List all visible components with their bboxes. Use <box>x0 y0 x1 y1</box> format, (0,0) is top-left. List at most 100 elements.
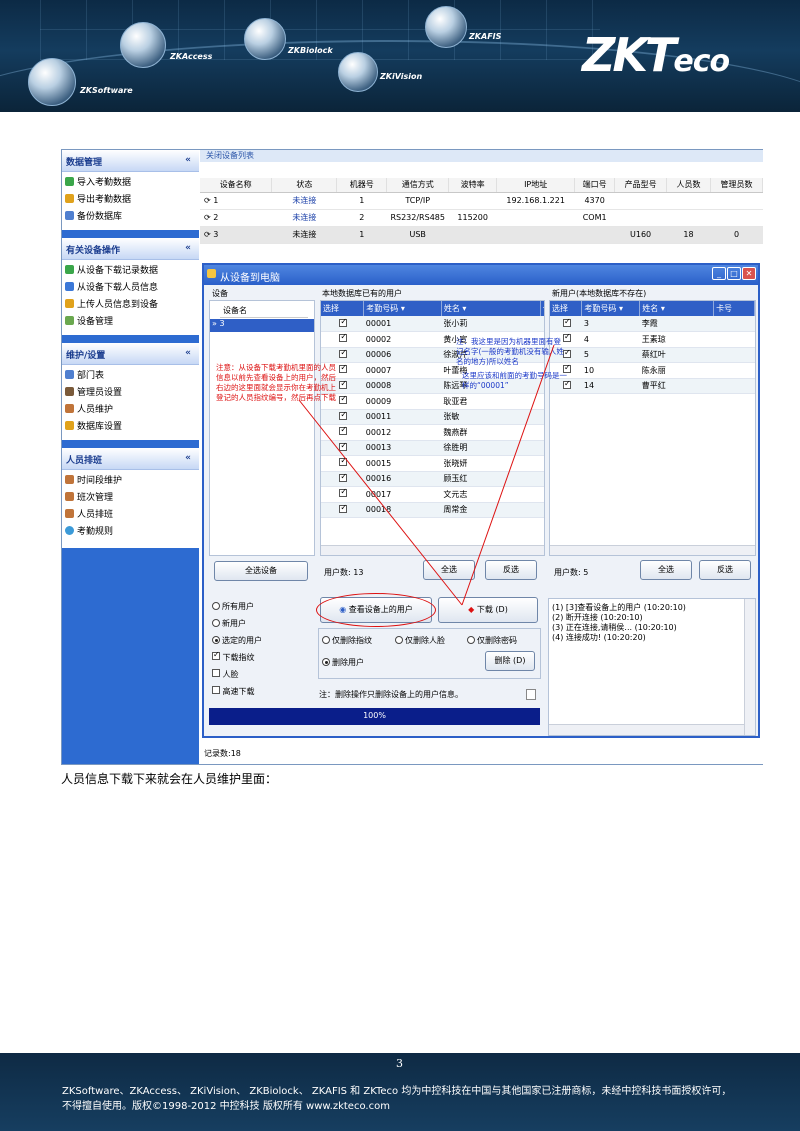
device-name: 1 <box>213 196 219 205</box>
sidebar-item-download-users[interactable]: 从设备下载人员信息 <box>62 277 199 294</box>
sidebar-group-header[interactable]: 数据管理 « <box>62 150 199 172</box>
sidebar-item-import[interactable]: 导入考勤数据 <box>62 172 199 189</box>
rules-icon <box>65 526 74 535</box>
sidebar-item-label: 部门表 <box>77 371 105 381</box>
sidebar-item-upload-users[interactable]: 上传人员信息到设备 <box>62 294 199 311</box>
cell: TCP/IP <box>386 192 449 210</box>
group-title: 有关设备操作 <box>66 246 121 256</box>
col-header[interactable]: 波特率 <box>448 178 498 193</box>
product-label: ZKiVision <box>380 72 423 81</box>
sync-icon: ⟳ <box>204 230 214 239</box>
group-title: 人员排班 <box>66 456 103 466</box>
device-name-cell: ⟳ 2 <box>200 209 272 227</box>
cell <box>710 209 763 227</box>
sidebar-item-admin[interactable]: 管理员设置 <box>62 382 199 399</box>
sidebar: 数据管理 « 导入考勤数据 导出考勤数据 备份数据库 有关设备操作 « 从设备下载记… <box>62 150 199 764</box>
sidebar-item-db-settings[interactable]: 数据库设置 <box>62 416 199 433</box>
clock-icon <box>28 58 76 106</box>
cell: RS232/RS485 <box>386 209 449 227</box>
sidebar-item-label: 管理员设置 <box>77 388 123 398</box>
sidebar-item-device-manage[interactable]: 设备管理 <box>62 311 199 328</box>
cell <box>448 226 497 244</box>
product-label: ZKSoftware <box>80 86 133 95</box>
sidebar-item-label: 上传人员信息到设备 <box>77 300 159 310</box>
sidebar-group-schedule: 人员排班 « 时间段维护 班次管理 人员排班 考勤规则 <box>62 448 199 548</box>
device-name-cell: ⟳ 3 <box>200 226 272 244</box>
staff-icon <box>65 404 74 413</box>
export-icon <box>65 194 74 203</box>
col-header[interactable]: 管理员数 <box>710 178 764 193</box>
sidebar-group-device: 有关设备操作 « 从设备下载记录数据 从设备下载人员信息 上传人员信息到设备 设备… <box>62 238 199 335</box>
sidebar-item-staff[interactable]: 人员维护 <box>62 399 199 416</box>
roster-icon <box>65 509 74 518</box>
page-footer: 3 ZKSoftware、ZKAccess、 ZKiVision、 ZKBiol… <box>0 1053 800 1131</box>
sidebar-item-label: 导入考勤数据 <box>77 178 132 188</box>
import-icon <box>65 177 74 186</box>
download-dialog: 从设备到电脑 _ □ ✕ 设备 设备名 » 3 全选设备 本地数据库已有的用户 … <box>202 263 760 738</box>
collapse-icon[interactable]: « <box>185 243 191 253</box>
sidebar-item-label: 导出考勤数据 <box>77 195 132 205</box>
sidebar-item-timeslot[interactable]: 时间段维护 <box>62 470 199 487</box>
col-header[interactable]: 端口号 <box>574 178 616 193</box>
device-table-header: 设备名称 状态 机器号 通信方式 波特率 IP地址 端口号 产品型号 人员数 管… <box>200 178 764 193</box>
access-icon <box>120 22 166 68</box>
col-header[interactable]: 设备名称 <box>200 178 273 193</box>
record-count: 记录数:18 <box>204 749 241 758</box>
sidebar-item-backup[interactable]: 备份数据库 <box>62 206 199 223</box>
status-cell: 未连接 <box>271 226 337 244</box>
close-device-list-link[interactable]: 关闭设备列表 <box>206 151 254 160</box>
database-icon <box>65 211 74 220</box>
status-cell: 未连接 <box>271 192 337 210</box>
cell <box>666 192 711 210</box>
footer-copyright: 不得擅自使用。版权©1998-2012 中控科技 版权所有 www.zkteco… <box>62 1101 390 1112</box>
device-name-cell: ⟳ 1 <box>200 192 272 210</box>
product-label: ZKBiolock <box>288 46 333 55</box>
cell: USB <box>386 226 449 244</box>
sidebar-item-roster[interactable]: 人员排班 <box>62 504 199 521</box>
product-label: ZKAFIS <box>469 32 502 41</box>
device-row[interactable]: ⟳ 1 未连接 1 TCP/IP 192.168.1.221 4370 <box>200 192 763 210</box>
sidebar-item-label: 班次管理 <box>77 493 114 503</box>
col-header[interactable]: 状态 <box>271 178 338 193</box>
logo-eco: eco <box>673 44 730 79</box>
cell: 18 <box>666 226 711 244</box>
toolbar: 关闭设备列表 <box>200 150 763 162</box>
sidebar-item-rules[interactable]: 考勤规则 <box>62 521 199 538</box>
sidebar-item-department[interactable]: 部门表 <box>62 365 199 382</box>
col-header[interactable]: IP地址 <box>496 178 576 193</box>
cell: 115200 <box>448 209 497 227</box>
admin-icon <box>65 387 74 396</box>
sidebar-item-shift[interactable]: 班次管理 <box>62 487 199 504</box>
cell: COM1 <box>574 209 615 227</box>
user-download-icon <box>65 282 74 291</box>
col-header[interactable]: 产品型号 <box>614 178 668 193</box>
collapse-icon[interactable]: « <box>185 348 191 358</box>
sidebar-item-export[interactable]: 导出考勤数据 <box>62 189 199 206</box>
sidebar-item-label: 从设备下载人员信息 <box>77 283 159 293</box>
group-title: 数据管理 <box>66 158 103 168</box>
software-screenshot: 数据管理 « 导入考勤数据 导出考勤数据 备份数据库 有关设备操作 « 从设备下载记… <box>61 149 764 765</box>
download-icon <box>65 265 74 274</box>
cell: 1 <box>336 226 387 244</box>
device-row[interactable]: ⟳ 2 未连接 2 RS232/RS485 115200 COM1 <box>200 209 763 227</box>
collapse-icon[interactable]: « <box>185 453 191 463</box>
cell <box>614 209 667 227</box>
sidebar-group-header[interactable]: 有关设备操作 « <box>62 238 199 260</box>
cell: U160 <box>614 226 667 244</box>
cell: 4370 <box>574 192 615 210</box>
device-name: 3 <box>213 230 219 239</box>
col-header[interactable]: 机器号 <box>336 178 388 193</box>
collapse-icon[interactable]: « <box>185 155 191 165</box>
status-cell: 未连接 <box>271 209 337 227</box>
sidebar-item-download-records[interactable]: 从设备下载记录数据 <box>62 260 199 277</box>
col-header[interactable]: 人员数 <box>666 178 711 193</box>
cell: 1 <box>336 192 387 210</box>
col-header[interactable]: 通信方式 <box>386 178 450 193</box>
device-row[interactable]: ⟳ 3 未连接 1 USB U160 18 0 <box>200 226 763 244</box>
sidebar-group-header[interactable]: 维护/设置 « <box>62 343 199 365</box>
fingerprint-icon <box>425 6 467 48</box>
cell <box>448 192 497 210</box>
sync-icon: ⟳ <box>204 196 214 205</box>
footer-trademark: ZKSoftware、ZKAccess、 ZKiVision、 ZKBioloc… <box>62 1086 732 1097</box>
sidebar-group-header[interactable]: 人员排班 « <box>62 448 199 470</box>
